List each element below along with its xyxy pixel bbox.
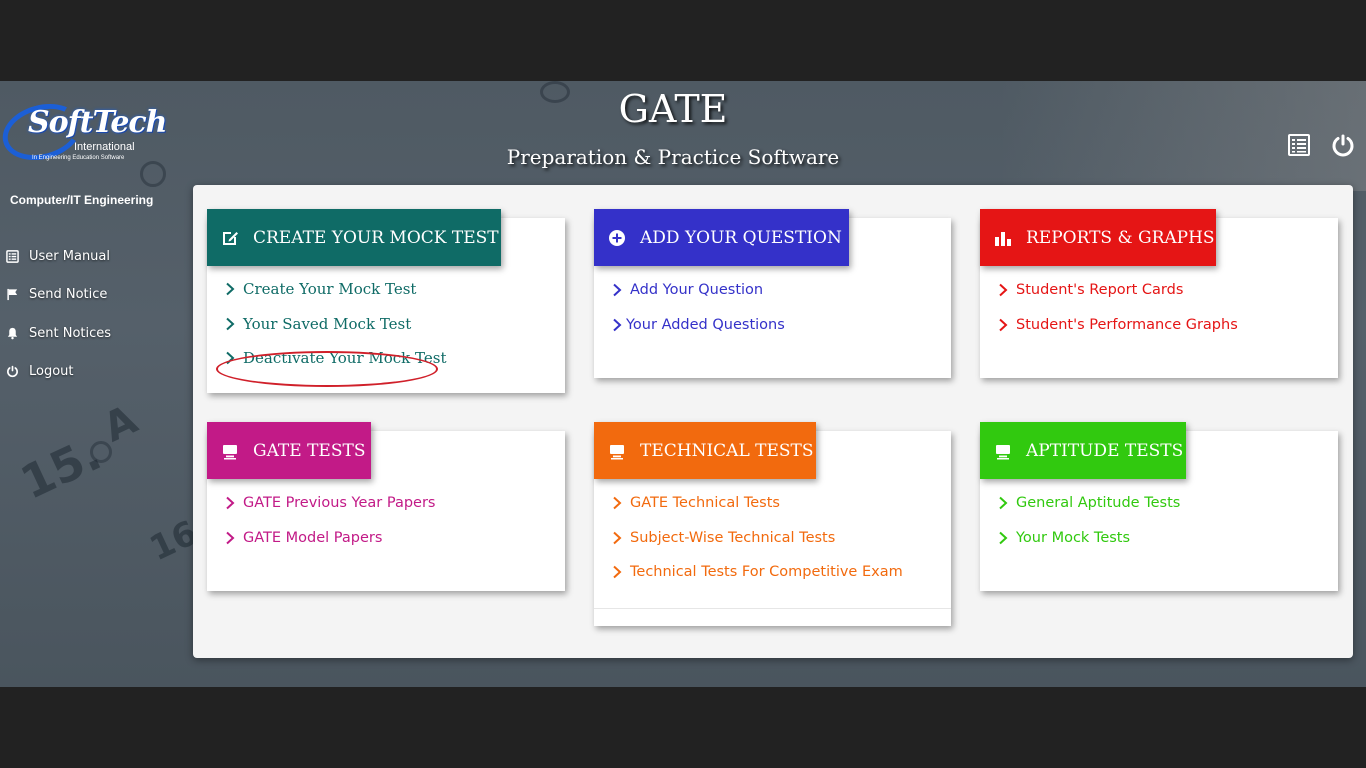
- chevron-right-icon: [225, 282, 235, 296]
- link-label: Your Added Questions: [626, 316, 785, 333]
- header-reports-graphs[interactable]: Reports & Graphs: [980, 209, 1216, 266]
- link-your-mock-tests[interactable]: Your Mock Tests: [998, 521, 1180, 556]
- book-icon: [6, 249, 29, 263]
- header-create-mock-test[interactable]: Create Your Mock Test: [207, 209, 501, 266]
- bottom-letterbox: [0, 687, 1366, 768]
- link-label: Your Mock Tests: [1016, 529, 1131, 546]
- power-icon: [6, 365, 29, 378]
- sidebar-item-sent-notices[interactable]: Sent Notices: [6, 314, 186, 353]
- sidebar-item-send-notice[interactable]: Send Notice: [6, 276, 186, 315]
- link-label: GATE Model Papers: [243, 529, 383, 546]
- chevron-right-icon: [225, 496, 235, 510]
- card-links: General Aptitude Tests Your Mock Tests: [998, 486, 1180, 555]
- top-letterbox: [0, 0, 1366, 81]
- power-icon[interactable]: [1330, 133, 1356, 159]
- bell-icon: [6, 327, 29, 340]
- link-added-questions[interactable]: Your Added Questions: [612, 308, 785, 343]
- chevron-right-icon: [998, 283, 1008, 297]
- chevron-right-icon: [998, 531, 1008, 545]
- link-label: Deactivate Your Mock Test: [243, 349, 447, 368]
- monitor-icon: [221, 442, 239, 460]
- link-report-cards[interactable]: Student's Report Cards: [998, 273, 1238, 308]
- app-subtitle: Preparation & Practice Software: [506, 145, 840, 169]
- header-gate-tests[interactable]: GATE Tests: [207, 422, 371, 479]
- app-title: GATE: [618, 87, 728, 131]
- link-label: Subject-Wise Technical Tests: [630, 529, 836, 546]
- plus-circle-icon: [608, 229, 626, 247]
- background-decoration: [90, 441, 112, 463]
- link-label: Student's Performance Graphs: [1016, 316, 1238, 333]
- sidebar-item-user-manual[interactable]: User Manual: [6, 237, 186, 276]
- chevron-right-icon: [225, 531, 235, 545]
- app-window: 15. A 16 SoftTech International In Engin…: [0, 81, 1366, 687]
- card-title: GATE Tests: [253, 440, 366, 461]
- card-title: Create Your Mock Test: [253, 227, 499, 248]
- link-label: General Aptitude Tests: [1016, 495, 1181, 512]
- link-model-papers[interactable]: GATE Model Papers: [225, 521, 435, 556]
- list-icon[interactable]: [1287, 133, 1313, 159]
- chevron-right-icon: [612, 496, 622, 510]
- card-divider: [594, 608, 951, 609]
- link-gate-technical-tests[interactable]: GATE Technical Tests: [612, 486, 903, 521]
- sidebar-item-label: Sent Notices: [29, 325, 112, 341]
- sidebar-item-label: User Manual: [29, 248, 111, 264]
- link-label: GATE Technical Tests: [630, 495, 780, 512]
- sidebar-item-label: Logout: [29, 364, 74, 380]
- link-label: GATE Previous Year Papers: [243, 495, 436, 512]
- chevron-right-icon: [998, 318, 1008, 332]
- chevron-right-icon: [612, 283, 622, 297]
- flag-icon: [6, 288, 29, 301]
- link-add-question[interactable]: Add Your Question: [612, 273, 785, 308]
- link-previous-year-papers[interactable]: GATE Previous Year Papers: [225, 486, 435, 521]
- link-label: Create Your Mock Test: [243, 280, 417, 299]
- header-aptitude-tests[interactable]: Aptitude Tests: [980, 422, 1186, 479]
- card-links: Create Your Mock Test Your Saved Mock Te…: [225, 272, 446, 376]
- card-links: Add Your Question Your Added Questions: [612, 273, 785, 342]
- sidebar-item-logout[interactable]: Logout: [6, 353, 186, 392]
- link-label: Your Saved Mock Test: [243, 314, 412, 333]
- chevron-right-icon: [998, 496, 1008, 510]
- link-general-aptitude-tests[interactable]: General Aptitude Tests: [998, 486, 1180, 521]
- card-links: Student's Report Cards Student's Perform…: [998, 273, 1238, 342]
- card-links: GATE Technical Tests Subject-Wise Techni…: [612, 486, 903, 590]
- card-title: Reports & Graphs: [1026, 227, 1215, 248]
- card-links: GATE Previous Year Papers GATE Model Pap…: [225, 486, 435, 555]
- edit-icon: [221, 229, 239, 247]
- link-performance-graphs[interactable]: Student's Performance Graphs: [998, 308, 1238, 343]
- sidebar-item-label: Send Notice: [29, 287, 108, 303]
- link-label: Student's Report Cards: [1016, 282, 1184, 299]
- link-label: Add Your Question: [630, 282, 764, 299]
- link-subject-wise-tests[interactable]: Subject-Wise Technical Tests: [612, 521, 903, 556]
- chevron-right-icon: [225, 351, 235, 365]
- chevron-right-icon: [612, 318, 622, 332]
- card-title: Add Your Question: [640, 227, 842, 248]
- link-saved-mock-test[interactable]: Your Saved Mock Test: [225, 307, 446, 342]
- monitor-icon: [608, 442, 626, 460]
- link-deactivate-mock-test[interactable]: Deactivate Your Mock Test: [225, 341, 446, 376]
- background-decoration: 15.: [12, 426, 110, 510]
- branch-label: Computer/IT Engineering: [10, 193, 154, 207]
- header-add-question[interactable]: Add Your Question: [594, 209, 849, 266]
- chevron-right-icon: [612, 565, 622, 579]
- chevron-right-icon: [612, 531, 622, 545]
- card-title: Aptitude Tests: [1026, 440, 1184, 461]
- chevron-right-icon: [225, 317, 235, 331]
- link-competitive-exam-tests[interactable]: Technical Tests For Competitive Exam: [612, 555, 903, 590]
- header-technical-tests[interactable]: Technical Tests: [594, 422, 816, 479]
- card-title: Technical Tests: [640, 440, 814, 461]
- monitor-icon: [994, 442, 1012, 460]
- bar-chart-icon: [994, 229, 1012, 247]
- sidebar-nav: User Manual Send Notice Sent Notices Log…: [6, 237, 186, 391]
- link-label: Technical Tests For Competitive Exam: [630, 564, 903, 581]
- link-create-mock-test[interactable]: Create Your Mock Test: [225, 272, 446, 307]
